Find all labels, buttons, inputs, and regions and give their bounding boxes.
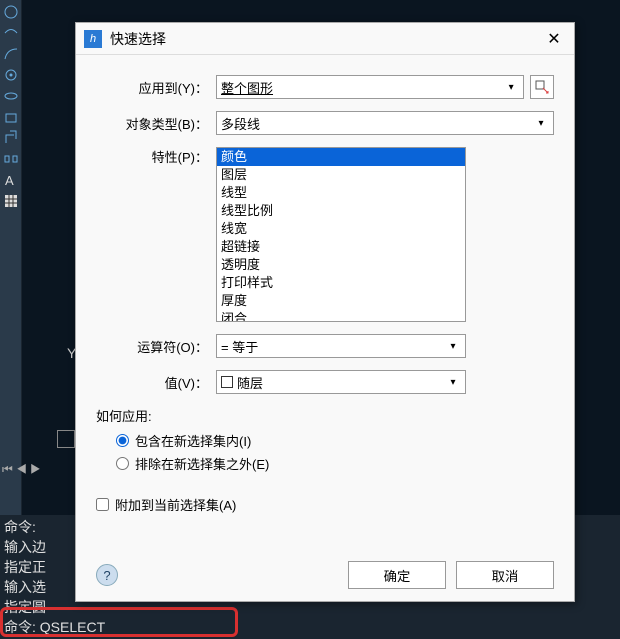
chevron-down-icon: ▾: [445, 341, 461, 352]
object-type-row: 对象类型(B)： 多段线 ▾: [96, 111, 554, 135]
property-row: 特性(P)： 颜色 图层 线型 线型比例 线宽 超链接 透明度 打印样式 厚度 …: [96, 147, 554, 322]
object-type-value: 多段线: [221, 114, 533, 133]
operator-row: 运算符(O)： = 等于 ▾: [96, 334, 554, 358]
chevron-down-icon: ▾: [533, 118, 549, 129]
exclude-radio-label: 排除在新选择集之外(E): [135, 454, 269, 473]
tool-icon[interactable]: [2, 150, 20, 168]
list-item[interactable]: 颜色: [217, 148, 465, 166]
tool-icon[interactable]: A: [2, 171, 20, 189]
append-check-row[interactable]: 附加到当前选择集(A): [96, 495, 554, 514]
how-apply-label: 如何应用:: [96, 406, 554, 425]
property-listbox[interactable]: 颜色 图层 线型 线型比例 线宽 超链接 透明度 打印样式 厚度 闭合 全局宽度: [216, 147, 466, 322]
append-check-label: 附加到当前选择集(A): [115, 495, 236, 514]
svg-text:A: A: [5, 173, 14, 188]
append-checkbox[interactable]: [96, 498, 109, 511]
close-icon[interactable]: ✕: [542, 27, 566, 51]
list-item[interactable]: 线型: [217, 184, 465, 202]
select-objects-button[interactable]: [530, 75, 554, 99]
list-item[interactable]: 打印样式: [217, 274, 465, 292]
value-dropdown[interactable]: 随层 ▾: [216, 370, 466, 394]
tool-icon[interactable]: [2, 3, 20, 21]
dialog-body: 应用到(Y)： 整个图形 ▾ 对象类型(B)： 多段线 ▾ 特性(: [76, 55, 574, 528]
ok-button[interactable]: 确定: [348, 561, 446, 589]
cancel-button[interactable]: 取消: [456, 561, 554, 589]
cmd-current-line: 命令: QSELECT: [4, 617, 616, 637]
include-radio-label: 包含在新选择集内(I): [135, 431, 251, 450]
value-label: 值(V)：: [96, 373, 216, 392]
tool-icon[interactable]: [2, 108, 20, 126]
tool-icon[interactable]: [2, 87, 20, 105]
value-value: 随层: [237, 373, 445, 392]
tool-icon[interactable]: [2, 129, 20, 147]
apply-to-row: 应用到(Y)： 整个图形 ▾: [96, 75, 554, 99]
chevron-down-icon: ▾: [503, 82, 519, 93]
list-item[interactable]: 超链接: [217, 238, 465, 256]
list-item[interactable]: 闭合: [217, 310, 465, 322]
help-button[interactable]: ?: [96, 564, 118, 586]
property-label: 特性(P)：: [96, 147, 216, 166]
include-radio[interactable]: [116, 434, 129, 447]
operator-dropdown[interactable]: = 等于 ▾: [216, 334, 466, 358]
list-item[interactable]: 线宽: [217, 220, 465, 238]
object-type-dropdown[interactable]: 多段线 ▾: [216, 111, 554, 135]
exclude-radio[interactable]: [116, 457, 129, 470]
quick-select-dialog: h 快速选择 ✕ 应用到(Y)： 整个图形 ▾ 对象类型(B)： 多段线 ▾: [75, 22, 575, 602]
tool-icon[interactable]: [2, 66, 20, 84]
apply-to-label: 应用到(Y)：: [96, 78, 216, 97]
origin-marker: [57, 430, 75, 448]
dialog-titlebar: h 快速选择 ✕: [76, 23, 574, 55]
list-item[interactable]: 透明度: [217, 256, 465, 274]
dialog-title: 快速选择: [110, 29, 542, 49]
include-radio-row[interactable]: 包含在新选择集内(I): [116, 431, 554, 450]
exclude-radio-row[interactable]: 排除在新选择集之外(E): [116, 454, 554, 473]
tool-icon[interactable]: [2, 24, 20, 42]
operator-value: = 等于: [221, 337, 445, 356]
dialog-footer: ? 确定 取消: [96, 561, 554, 589]
tab-nav[interactable]: ⏮ ◀ ▶: [0, 460, 43, 479]
list-item[interactable]: 厚度: [217, 292, 465, 310]
apply-to-dropdown[interactable]: 整个图形 ▾: [216, 75, 524, 99]
tool-icon[interactable]: [2, 45, 20, 63]
apply-to-value: 整个图形: [221, 78, 503, 97]
app-icon: h: [84, 30, 102, 48]
tool-icon[interactable]: [2, 192, 20, 210]
chevron-down-icon: ▾: [445, 377, 461, 388]
object-type-label: 对象类型(B)：: [96, 114, 216, 133]
list-item[interactable]: 线型比例: [217, 202, 465, 220]
list-item[interactable]: 图层: [217, 166, 465, 184]
color-swatch-icon: [221, 376, 233, 388]
operator-label: 运算符(O)：: [96, 337, 216, 356]
value-row: 值(V)： 随层 ▾: [96, 370, 554, 394]
